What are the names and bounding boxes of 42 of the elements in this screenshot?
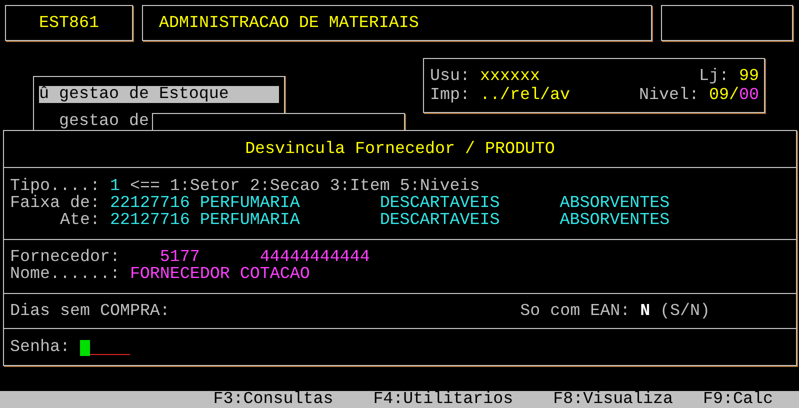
category-name: PERFUMARIA [200, 195, 301, 212]
type-value: 1 [110, 178, 120, 195]
user-value: xxxxxx [480, 67, 540, 86]
menu-item[interactable]: û gestao de Estoque [39, 86, 279, 103]
supplier-code: 5177 [160, 249, 200, 266]
category-name: ABSORVENTES [560, 195, 671, 212]
function-key[interactable]: F9:Calc [703, 391, 773, 408]
category-name: ABSORVENTES [560, 212, 671, 229]
code-value: 22127716 [110, 212, 191, 229]
supplier-name: FORNECEDOR COTACAO [130, 266, 310, 283]
password-field[interactable] [80, 338, 130, 356]
printer-label: Imp: [430, 86, 471, 105]
level-value: 09/ [709, 86, 739, 105]
store-label: Lj: [699, 67, 730, 86]
function-key[interactable]: F4:Utilitarios [373, 391, 514, 408]
category-name: DESCARTAVEIS [380, 195, 501, 212]
form-title: Desvincula Fornecedor / PRODUTO [245, 140, 555, 158]
field-label: Faixa de: [10, 195, 101, 212]
function-key[interactable]: F3:Consultas [213, 391, 334, 408]
program-code: EST861 [39, 14, 99, 32]
field-label: Nome......: [10, 266, 121, 283]
field-label: Ate: [58, 212, 101, 229]
sublevel-value: 00 [739, 86, 759, 105]
category-name: DESCARTAVEIS [380, 212, 501, 229]
field-label: Fornecedor: [10, 249, 121, 266]
level-label: Nivel: [639, 86, 700, 105]
store-value: 99 [739, 67, 759, 86]
options-hint: (S/N) [659, 302, 710, 320]
field-label: Senha: [10, 338, 70, 356]
code-value: 22127716 [110, 195, 191, 212]
user-label: Usu: [430, 67, 471, 86]
category-name: PERFUMARIA [200, 212, 301, 229]
printer-value: ../rel/av [480, 86, 570, 105]
ean-value: N [640, 302, 650, 320]
field-label: So com EAN: [520, 302, 632, 320]
supplier-document: 44444444444 [260, 249, 370, 266]
field-label: Tipo....: [10, 178, 101, 195]
type-hint: <== 1:Setor 2:Secao 3:Item 5:Niveis [130, 178, 480, 195]
field-label: Dias sem COMPRA: [10, 302, 170, 320]
function-key[interactable]: F8:Visualiza [553, 391, 674, 408]
menu-item[interactable]: gestao de [39, 113, 149, 130]
screen-title: ADMINISTRACAO DE MATERIAIS [159, 14, 419, 32]
